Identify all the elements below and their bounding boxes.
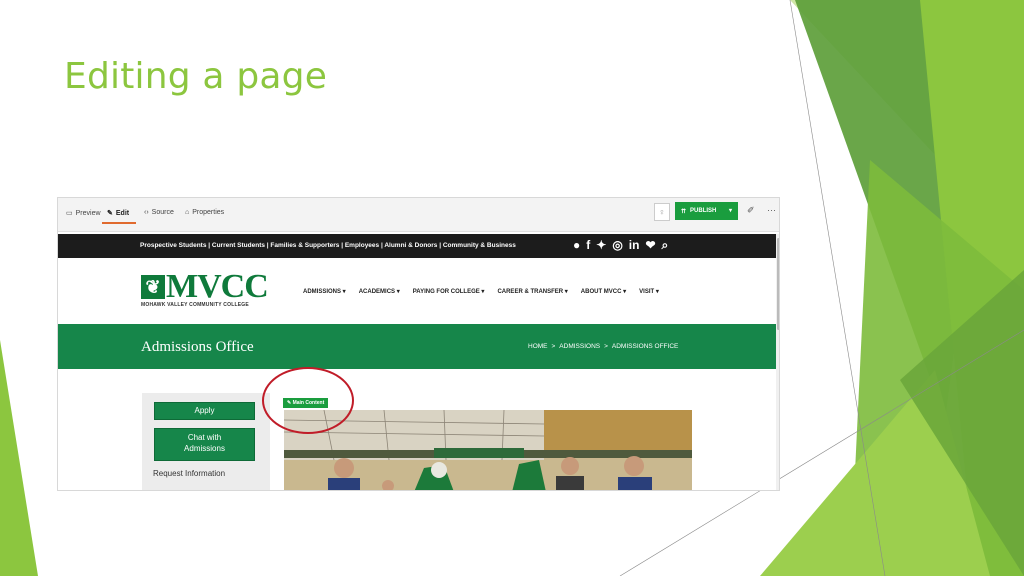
audience-links[interactable]: Prospective Students | Current Students … (140, 242, 516, 249)
chevron-down-icon[interactable]: ▾ (729, 207, 732, 214)
site-header: ❦ MVCC MOHAWK VALLEY COMMUNITY COLLEGE A… (58, 258, 776, 324)
nav-career[interactable]: CAREER & TRANSFER ▾ (497, 288, 567, 295)
breadcrumb-separator: > (604, 343, 608, 350)
wrench-icon[interactable]: ✐ (747, 205, 755, 216)
leaf-logo-icon[interactable]: ❦ (141, 275, 165, 299)
nav-academics[interactable]: ACADEMICS ▾ (359, 288, 400, 295)
breadcrumb: HOME > ADMISSIONS > ADMISSIONS OFFICE (528, 343, 678, 350)
sidebar: Apply Chat with Admissions Request Infor… (142, 393, 270, 490)
slide-title: Editing a page (64, 56, 328, 97)
tab-edit[interactable]: ✎ Edit (107, 209, 129, 218)
page-banner: Admissions Office HOME > ADMISSIONS > AD… (58, 324, 776, 369)
audience-nav: Prospective Students | Current Students … (58, 234, 776, 258)
request-info-link[interactable]: Request Information (153, 469, 225, 478)
breadcrumb-admissions[interactable]: ADMISSIONS (559, 343, 600, 350)
pencil-icon: ✎ (107, 210, 113, 217)
breadcrumb-current: ADMISSIONS OFFICE (611, 343, 679, 350)
cms-toolbar: ▭ Preview ✎ Edit ‹› Source ⌂ Properties … (58, 198, 779, 232)
tab-preview[interactable]: ▭ Preview (66, 209, 101, 218)
tab-source[interactable]: ‹› Source (144, 209, 174, 216)
search-icon[interactable]: ⌕ (662, 238, 669, 253)
nav-visit[interactable]: VISIT ▾ (639, 288, 659, 295)
code-icon: ‹› (144, 209, 149, 216)
highlight-circle (262, 367, 354, 434)
page-title: Admissions Office (141, 339, 254, 355)
main-nav: ADMISSIONS ▾ ACADEMICS ▾ PAYING FOR COLL… (303, 288, 659, 295)
nav-paying[interactable]: PAYING FOR COLLEGE ▾ (413, 288, 485, 295)
properties-icon: ⌂ (185, 209, 190, 216)
admissions-photo (284, 410, 692, 490)
linkedin-icon[interactable]: in (629, 238, 640, 253)
breadcrumb-home[interactable]: HOME (528, 343, 548, 350)
facebook-icon[interactable]: f (586, 238, 590, 253)
breadcrumb-separator: > (551, 343, 556, 350)
chat-icon[interactable]: ● (573, 238, 580, 253)
nav-admissions[interactable]: ADMISSIONS ▾ (303, 288, 346, 295)
social-icons: ● f ✦ ◎ in ❤ ⌕ (573, 238, 668, 253)
twitter-icon[interactable]: ✦ (596, 238, 606, 253)
chat-admissions-button[interactable]: Chat with Admissions (154, 428, 255, 461)
active-tab-indicator (102, 222, 136, 224)
logo-wordmark[interactable]: MVCC (166, 268, 269, 306)
lightbulb-icon[interactable]: ♀ (654, 203, 670, 221)
cms-screenshot: ▭ Preview ✎ Edit ‹› Source ⌂ Properties … (57, 197, 780, 491)
scrollbar-thumb[interactable] (777, 238, 779, 330)
tab-properties[interactable]: ⌂ Properties (185, 209, 224, 216)
flickr-icon[interactable]: ❤ (645, 238, 655, 253)
logo-tagline: MOHAWK VALLEY COMMUNITY COLLEGE (141, 302, 249, 308)
instagram-icon[interactable]: ◎ (612, 238, 622, 253)
nav-about[interactable]: ABOUT MVCC ▾ (581, 288, 626, 295)
monitor-icon: ▭ (66, 210, 73, 217)
publish-icon: ⇈ (681, 208, 687, 215)
more-icon[interactable]: ··· (767, 205, 776, 215)
publish-button[interactable]: ⇈ PUBLISH ▾ (675, 202, 738, 220)
apply-button[interactable]: Apply (154, 402, 255, 420)
